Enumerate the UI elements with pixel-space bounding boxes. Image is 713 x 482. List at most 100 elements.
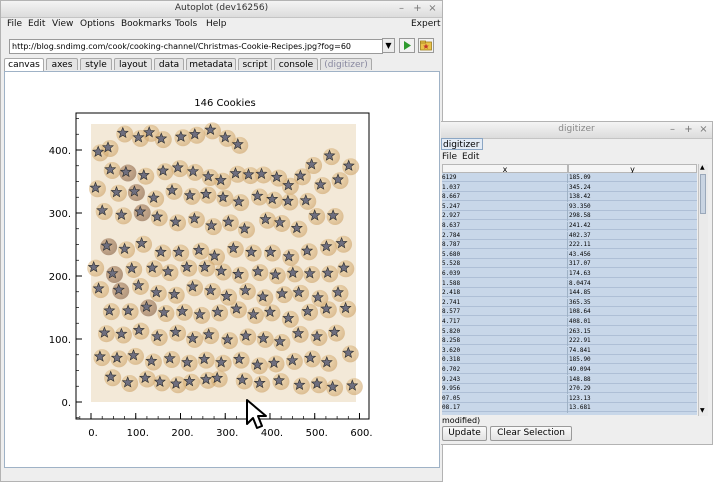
x-tick-label: 100. (127, 428, 149, 439)
x-tick-label: 300. (216, 428, 238, 439)
scroll-down-icon[interactable]: ▼ (700, 407, 705, 414)
digitizer-tab[interactable]: digitizer (441, 138, 483, 150)
close-icon[interactable]: × (697, 123, 710, 136)
cell-y: 222.11 (569, 241, 591, 249)
table-row[interactable]: 1.037 345.24 (442, 183, 697, 193)
column-divider (567, 375, 568, 385)
tab-digitizer[interactable]: (digitizer) (320, 58, 372, 70)
table-row[interactable]: 2.784 402.37 (442, 231, 697, 241)
cell-x: 8.667 (442, 193, 461, 201)
column-header-x[interactable]: x (442, 164, 568, 174)
cell-x: 4.717 (442, 318, 461, 325)
scroll-up-icon[interactable]: ▲ (700, 164, 705, 171)
table-row[interactable]: 8.787 222.11 (442, 241, 697, 251)
cell-x: 6129 (442, 174, 457, 181)
tab-layout[interactable]: layout (114, 58, 152, 70)
column-divider (567, 222, 568, 231)
plot-canvas[interactable]: 146 Cookies 0. 100. 200. 300. 400. 0. 100. 200.… (4, 71, 440, 468)
digitizer-titlebar[interactable]: digitizer – + × (441, 122, 712, 139)
autoplot-window: Autoplot (dev16256) – + × File Edit View… (0, 0, 443, 482)
table-row[interactable]: 8.577 108.64 (442, 308, 697, 318)
cell-x: 8.637 (442, 222, 461, 229)
cell-x: 2.741 (442, 298, 461, 306)
menu-tools[interactable]: Tools (175, 17, 197, 32)
tab-data[interactable]: data (154, 58, 184, 70)
table-row[interactable]: 6129 185.09 (442, 174, 697, 183)
column-divider (567, 260, 568, 270)
status-text: modified) (442, 416, 481, 425)
table-row[interactable]: 6.039 174.63 (442, 270, 697, 279)
table-row[interactable]: 08.17 13.681 (442, 404, 697, 414)
table-row[interactable]: 5.528 317.07 (442, 260, 697, 270)
maximize-icon[interactable]: + (682, 123, 695, 136)
column-divider (567, 385, 568, 395)
table-row[interactable]: 5.247 93.350 (442, 202, 697, 212)
table-row[interactable]: 5.820 263.15 (442, 327, 697, 337)
table-row[interactable]: 8.667 138.42 (442, 193, 697, 203)
maximize-icon[interactable]: + (411, 2, 424, 15)
table-row[interactable]: 3.620 74.841 (442, 346, 697, 356)
column-divider (567, 183, 568, 193)
menu-bookmarks[interactable]: Bookmarks (121, 17, 171, 32)
x-tick-label: 0. (88, 428, 98, 439)
table-row[interactable]: 4.717 408.01 (442, 318, 697, 327)
table-row[interactable]: 5.680 43.456 (442, 250, 697, 260)
tab-script[interactable]: script (238, 58, 272, 70)
cell-x: 6.039 (442, 270, 461, 277)
cell-y: 93.350 (569, 202, 591, 210)
cell-y: 185.90 (569, 356, 591, 364)
update-button[interactable]: Update (442, 426, 487, 441)
tab-style[interactable]: style (80, 58, 112, 70)
tab-metadata[interactable]: metadata (186, 58, 236, 70)
folder-star-icon[interactable] (418, 38, 434, 53)
cell-y: 263.15 (569, 327, 591, 335)
close-icon[interactable]: × (426, 2, 439, 15)
column-divider (567, 202, 568, 212)
autoplot-titlebar[interactable]: Autoplot (dev16256) – + × (1, 1, 442, 18)
table-row[interactable]: 2.418 144.85 (442, 289, 697, 299)
plot-area[interactable]: 0.100.200.300.400.0. 100. 200. 300. 400. 500.… (5, 72, 439, 467)
table-row[interactable]: 8.258 222.91 (442, 337, 697, 347)
cell-y: 174.63 (569, 270, 591, 277)
expert-toggle[interactable]: Expert (411, 17, 441, 32)
table-scrollbar[interactable]: ▲ ▼ (698, 164, 708, 416)
table-row[interactable]: 1.588 8.0474 (442, 279, 697, 289)
scrollbar-thumb[interactable] (700, 174, 706, 214)
table-row[interactable]: 0.318 185.90 (442, 356, 697, 366)
menu-options[interactable]: Options (80, 17, 115, 32)
cell-y: 270.29 (569, 385, 591, 393)
column-header-y[interactable]: y (568, 164, 697, 174)
table-row[interactable]: 0.702 49.094 (442, 366, 697, 375)
cell-x: 0.318 (442, 356, 461, 364)
table-row[interactable]: 2.741 365.35 (442, 298, 697, 308)
menu-help[interactable]: Help (206, 17, 227, 32)
chevron-down-icon[interactable]: ▼ (382, 38, 395, 53)
table-row[interactable]: 9.243 148.88 (442, 375, 697, 385)
column-divider (567, 337, 568, 347)
menu-file[interactable]: File (7, 17, 22, 32)
tab-axes[interactable]: axes (46, 58, 78, 70)
cell-y: 185.09 (569, 174, 591, 181)
url-input[interactable]: http://blog.sndimg.com/cook/cooking-chan… (9, 39, 383, 54)
tab-console[interactable]: console (274, 58, 318, 70)
cell-x: 5.247 (442, 202, 461, 210)
points-table[interactable]: 6129 185.09 1.037 345.24 8.667 138.42 5.247 93.… (442, 173, 697, 415)
menu-view[interactable]: View (52, 17, 73, 32)
table-row[interactable]: 8.637 241.42 (442, 222, 697, 231)
table-row[interactable]: 9.956 270.29 (442, 385, 697, 395)
menu-edit[interactable]: Edit (28, 17, 45, 32)
cell-x: 5.680 (442, 250, 461, 258)
table-row[interactable]: 07.05 123.13 (442, 394, 697, 404)
column-divider (567, 212, 568, 222)
tab-canvas[interactable]: canvas (4, 58, 44, 71)
minimize-icon[interactable]: – (666, 123, 679, 136)
column-divider (567, 174, 568, 183)
clear-selection-button[interactable]: Clear Selection (490, 426, 572, 441)
play-icon[interactable] (399, 38, 415, 53)
column-divider (567, 366, 568, 375)
cell-y: 108.64 (569, 308, 591, 316)
minimize-icon[interactable]: – (395, 2, 408, 15)
table-row[interactable]: 2.927 298.58 (442, 212, 697, 222)
column-divider (567, 394, 568, 404)
cell-y: 74.841 (569, 346, 591, 354)
